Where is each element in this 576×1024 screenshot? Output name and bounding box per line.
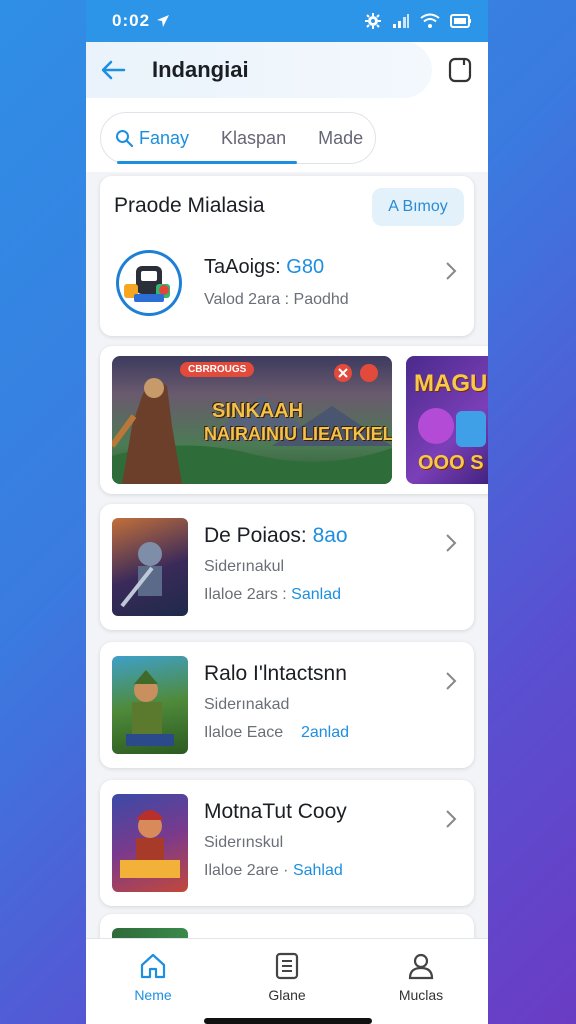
nav-muclas[interactable]: Muclas (354, 939, 488, 1024)
tab-fanay[interactable]: Fanay (115, 128, 189, 149)
banner-badge: CBRROUGS (180, 362, 255, 377)
game-meta: Ilaloe 2ars : (204, 586, 287, 603)
banner-side-title-1: MAGUH (414, 370, 488, 397)
chevron-right-icon (446, 534, 457, 552)
game-card[interactable]: MotnaTut Cooy Siderınskul Ilaloe 2are · … (100, 780, 474, 906)
game-meta-accent: 2anlad (300, 724, 349, 741)
nav-label: Glane (268, 987, 306, 1003)
nav-label: Neme (134, 987, 172, 1003)
tab-label: Made (318, 127, 364, 148)
featured-action-button[interactable]: A Bımoy (372, 188, 464, 226)
title-background (86, 42, 432, 98)
app-meta: Valod 2ara : Paodhd (204, 291, 349, 308)
settings-gear-icon (365, 13, 381, 29)
tab-made[interactable]: Made (318, 128, 363, 149)
game-artwork-icon (120, 542, 162, 608)
location-icon (157, 15, 170, 27)
game-title: De Poiaos: (204, 524, 313, 547)
bottom-navigation: Neme Glane Muclas (86, 938, 488, 1024)
game-subtitle: Siderınakul (204, 558, 285, 575)
featured-section: Praode Mialasia A Bımoy TaAoigs: G80 Val… (100, 176, 474, 336)
more-menu-icon[interactable] (448, 56, 472, 84)
status-bar: 0:02 (86, 0, 488, 42)
game-card[interactable]: De Poiaos: 8ao Siderınakul Ilaloe 2ars :… (100, 504, 474, 630)
app-logo-icon (119, 253, 179, 313)
game-artwork-icon (126, 670, 174, 746)
battery-icon (450, 14, 471, 28)
signal-icon (393, 14, 409, 28)
nav-glane[interactable]: Glane (220, 939, 354, 1024)
status-time: 0:02 (112, 11, 151, 30)
game-artwork-icon (120, 810, 180, 878)
featured-app-row[interactable]: TaAoigs: G80 Valod 2ara : Paodhd (100, 250, 474, 316)
game-title: Ralo I'lntactsnn (204, 662, 347, 685)
app-bar: Indangiai (86, 42, 488, 98)
banner-carousel: CBRROUGS SINKAAH NAIRAINIU LIEATKIEL MAG… (100, 346, 488, 494)
chevron-right-icon (446, 810, 457, 828)
back-arrow-icon (101, 60, 126, 80)
banner-title-1: SINKAAH (212, 400, 304, 422)
tab-klaspan[interactable]: Klaspan (221, 128, 286, 149)
tab-label: Fanay (139, 127, 190, 148)
game-title-accent: 8ao (312, 524, 348, 547)
game-thumbnail (112, 656, 188, 754)
nav-label: Muclas (398, 987, 444, 1003)
chevron-right-icon (446, 262, 457, 280)
back-button[interactable] (100, 55, 130, 85)
game-title: MotnaTut Cooy (204, 800, 347, 823)
home-icon (140, 953, 166, 979)
game-meta-accent: Sahlad (292, 862, 343, 879)
banner-main[interactable]: CBRROUGS SINKAAH NAIRAINIU LIEATKIEL (112, 356, 392, 484)
tabs-container: Fanay Klaspan Made (86, 98, 488, 172)
banner-side-title-2: OOO S (418, 452, 484, 474)
tab-bar: Fanay Klaspan Made (100, 112, 376, 164)
game-subtitle: Siderınskul (204, 834, 284, 851)
app-icon (116, 250, 182, 316)
active-tab-indicator (117, 161, 297, 164)
app-name-accent: G80 (286, 256, 325, 278)
profile-icon (408, 953, 434, 980)
search-icon (116, 130, 133, 147)
wifi-icon (420, 13, 440, 28)
game-subtitle: Siderınakad (204, 696, 290, 713)
chevron-right-icon (446, 672, 457, 690)
tab-label: Klaspan (221, 127, 287, 148)
nav-home[interactable]: Neme (86, 939, 220, 1024)
home-indicator (204, 1018, 372, 1024)
banner-secondary[interactable]: MAGUH OOO S (406, 356, 488, 484)
game-thumbnail (112, 518, 188, 616)
phone-screen: 0:02 Indangiai Fanay Klaspan Made Praode… (86, 0, 488, 1024)
page-title: Indangiai (152, 57, 249, 82)
banner-title-2: NAIRAINIU LIEATKIEL (204, 424, 392, 444)
list-icon (275, 952, 299, 980)
game-card[interactable]: Ralo I'lntactsnn Siderınakad Ilaloe Eace… (100, 642, 474, 768)
section-title: Praode Mialasia (114, 194, 265, 217)
game-meta: Ilaloe 2are · (204, 862, 289, 879)
game-meta: Ilaloe Eace (204, 724, 284, 741)
game-thumbnail (112, 794, 188, 892)
game-meta-accent: Sanlad (291, 586, 341, 603)
app-name: TaAoigs: (204, 256, 287, 278)
